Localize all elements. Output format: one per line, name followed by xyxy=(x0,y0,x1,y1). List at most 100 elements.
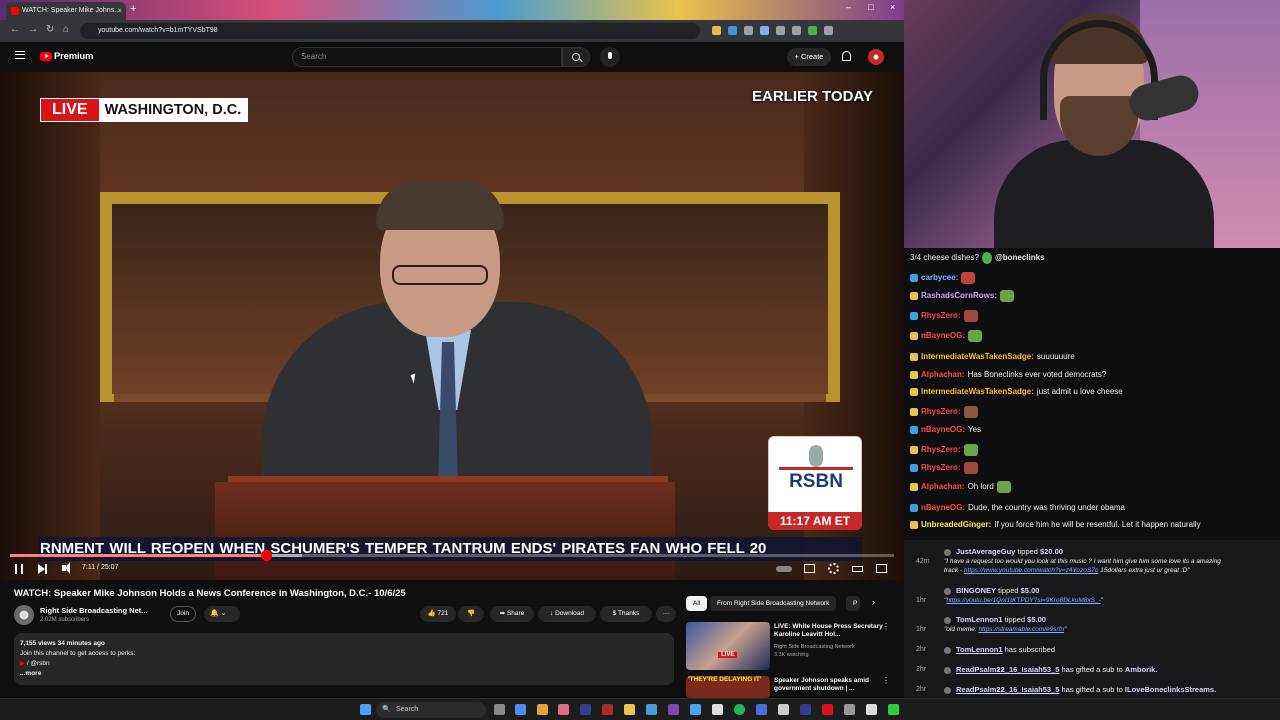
tip-link[interactable]: https://www.youtube.com/watch?v=z4YozoS7… xyxy=(964,567,1099,574)
home-icon[interactable]: ⌂ xyxy=(63,24,69,35)
tip-link[interactable]: https://streamable.com/e9srfn xyxy=(978,626,1064,633)
channel-handle-link[interactable]: ▶ / @rsbn xyxy=(20,659,668,669)
chip-more[interactable]: P xyxy=(846,596,860,611)
profile-icon[interactable] xyxy=(808,26,817,35)
subtitles-icon[interactable] xyxy=(804,564,815,573)
chat-username[interactable]: Alphachan: xyxy=(921,370,965,379)
reload-icon[interactable]: ↻ xyxy=(46,24,54,35)
account-avatar[interactable] xyxy=(868,49,884,65)
download-button[interactable]: ↓ Download xyxy=(538,606,596,622)
dislike-button[interactable]: 👎 xyxy=(458,606,484,622)
chat-username[interactable]: RhysZero: xyxy=(921,311,961,320)
app-icon[interactable] xyxy=(558,704,569,715)
volume-icon[interactable] xyxy=(62,562,70,574)
chat-username[interactable]: nBayneOG: xyxy=(921,503,965,512)
progress-bar[interactable] xyxy=(10,550,894,561)
file-explorer-icon[interactable] xyxy=(624,704,635,715)
chat-username[interactable]: carbycee: xyxy=(921,273,958,282)
youtube-brand[interactable]: Premium xyxy=(54,51,93,62)
chevron-right-icon[interactable]: › xyxy=(872,597,875,607)
event-user[interactable]: BINGONEY xyxy=(956,586,996,595)
chat-username[interactable]: nBayneOG: xyxy=(921,331,965,340)
app-icon[interactable] xyxy=(690,704,701,715)
search-button[interactable] xyxy=(562,47,590,67)
tip-link[interactable]: https://youtu.be/1QnI1tKTPDY?si=9Kro8DLk… xyxy=(946,597,1100,604)
event-user[interactable]: ReadPsalm22_16_Isaiah53_5 xyxy=(956,685,1059,694)
app-icon[interactable] xyxy=(580,704,591,715)
channel-name[interactable]: Right Side Broadcasting Net... xyxy=(40,606,148,615)
chat-username[interactable]: RhysZero: xyxy=(921,407,961,416)
taskbar-search[interactable]: 🔍 Search xyxy=(376,702,486,718)
description-box[interactable]: 7,155 views 34 minutes ago Join this cha… xyxy=(14,633,674,685)
voice-search-icon[interactable] xyxy=(600,47,620,67)
chat-username[interactable]: UnbreadedGinger: xyxy=(921,520,991,529)
more-vert-icon[interactable]: ⋮ xyxy=(882,676,890,685)
event-user[interactable]: TomLennon1 xyxy=(956,615,1003,624)
event-user[interactable]: ReadPsalm22_16_Isaiah53_5 xyxy=(956,665,1059,674)
chat-username[interactable]: Alphachan: xyxy=(921,482,965,491)
chrome-icon[interactable] xyxy=(537,704,548,715)
chat-username[interactable]: RhysZero: xyxy=(921,463,961,472)
app-icon[interactable] xyxy=(844,704,855,715)
app-icon[interactable] xyxy=(800,704,811,715)
chat-username[interactable]: IntermediateWasTakenSadge: xyxy=(921,352,1034,361)
event-user[interactable]: TomLennon1 xyxy=(956,645,1003,654)
join-button[interactable]: Join xyxy=(170,606,196,622)
more-actions-button[interactable]: ··· xyxy=(656,606,676,622)
chat-username[interactable]: RashadsCornRows: xyxy=(921,291,997,300)
pause-icon[interactable] xyxy=(15,564,23,574)
settings-gear-icon[interactable] xyxy=(828,563,839,574)
youtube-logo-icon[interactable] xyxy=(40,52,52,61)
app-icon[interactable] xyxy=(668,704,679,715)
chat-username[interactable]: RhysZero: xyxy=(921,445,961,454)
task-view-icon[interactable] xyxy=(494,704,505,715)
sidebar-icon[interactable] xyxy=(792,26,801,35)
app-icon[interactable] xyxy=(602,704,613,715)
forward-arrow-icon[interactable]: → xyxy=(28,24,38,35)
spotify-icon[interactable] xyxy=(734,704,745,715)
menu-dots-icon[interactable] xyxy=(824,26,833,35)
app-icon[interactable] xyxy=(888,704,899,715)
extension-icon[interactable] xyxy=(712,26,721,35)
chip-all[interactable]: All xyxy=(686,596,708,611)
app-icon[interactable] xyxy=(646,704,657,715)
fullscreen-icon[interactable] xyxy=(876,564,887,573)
extension-icon[interactable] xyxy=(728,26,737,35)
event-user[interactable]: JustAverageGuy xyxy=(956,547,1015,556)
extensions-puzzle-icon[interactable] xyxy=(776,26,785,35)
gift-target[interactable]: Amborik. xyxy=(1125,665,1158,674)
extension-icon[interactable] xyxy=(744,26,753,35)
chat-username[interactable]: IntermediateWasTakenSadge: xyxy=(921,387,1034,396)
channel-avatar[interactable] xyxy=(14,605,34,625)
video-thumbnail[interactable]: LIVE xyxy=(686,622,770,670)
tab-close-icon[interactable]: × xyxy=(117,2,122,20)
app-icon[interactable] xyxy=(866,704,877,715)
next-icon[interactable] xyxy=(38,564,47,574)
menu-hamburger-icon[interactable] xyxy=(15,51,25,59)
tab-active[interactable]: WATCH: Speaker Mike Johns... × xyxy=(6,2,126,20)
app-icon[interactable] xyxy=(756,704,767,715)
subscribe-bell-button[interactable]: 🔔 ⌄ xyxy=(204,606,240,622)
minimize-button[interactable]: – xyxy=(846,2,851,12)
search-input[interactable]: Search xyxy=(292,47,562,67)
video-player[interactable]: LIVE WASHINGTON, D.C. EARLIER TODAY RSBN… xyxy=(0,72,904,580)
chat-mention[interactable]: @boneclinks xyxy=(995,253,1045,262)
chip-from-channel[interactable]: From Right Side Broadcasting Network xyxy=(710,596,837,611)
chat-username[interactable]: nBayneOG: xyxy=(921,425,965,434)
windows-start-icon[interactable] xyxy=(360,704,371,715)
related-video[interactable]: LIVE LIVE: White House Press Secretary K… xyxy=(686,622,896,676)
thanks-button[interactable]: $ Thanks xyxy=(600,606,652,622)
more-vert-icon[interactable]: ⋮ xyxy=(882,622,890,631)
theater-mode-icon[interactable] xyxy=(852,566,863,572)
video-thumbnail[interactable]: 'THEY'RE DELAYING IT' xyxy=(686,676,770,698)
app-icon[interactable] xyxy=(778,704,789,715)
show-more-link[interactable]: ...more xyxy=(20,669,668,679)
share-button[interactable]: ➦ Share xyxy=(490,606,534,622)
new-tab-button[interactable]: + xyxy=(130,3,136,15)
autoplay-toggle[interactable] xyxy=(776,566,792,572)
gift-target[interactable]: ILoveBoneclinksStreams. xyxy=(1125,685,1216,694)
extension-icon[interactable] xyxy=(760,26,769,35)
back-arrow-icon[interactable]: ← xyxy=(10,24,20,35)
close-window-button[interactable]: × xyxy=(890,2,895,12)
create-button[interactable]: + Create xyxy=(787,48,831,66)
